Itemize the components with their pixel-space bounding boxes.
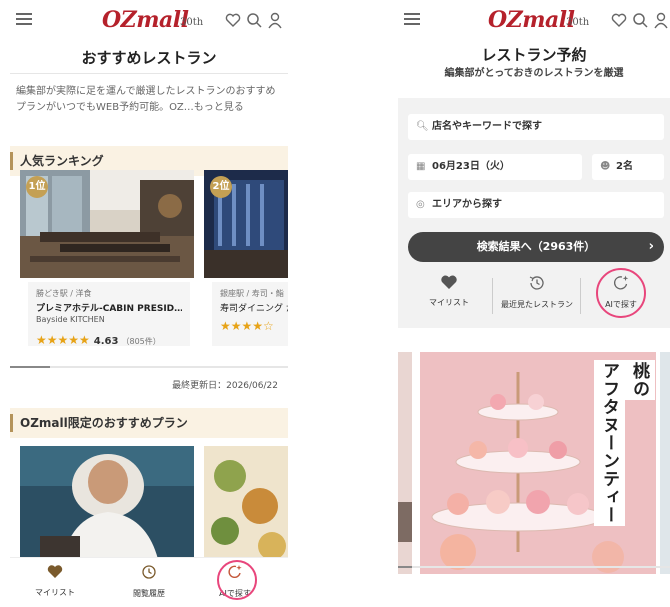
header: OZmall 30th bbox=[10, 0, 288, 44]
menu-icon[interactable] bbox=[404, 13, 420, 25]
card-category: 勝どき駅 / 洋食 bbox=[36, 289, 92, 298]
history-icon bbox=[529, 276, 544, 290]
favorite-heart-icon[interactable] bbox=[610, 11, 628, 29]
page-subtitle: 編集部がとっておきのレストランを厳選 bbox=[444, 68, 624, 79]
search-icon: 🔍︎ bbox=[416, 121, 429, 132]
heart-icon bbox=[441, 275, 457, 289]
rating-score: 4.63 bbox=[93, 336, 119, 347]
bottom-nav-label: 閲覧履歴 bbox=[133, 589, 165, 598]
highlight-circle bbox=[217, 560, 257, 600]
rating-stars: ★★★★★ bbox=[36, 333, 90, 347]
plan-photos bbox=[20, 446, 288, 568]
people-value: 2名 bbox=[616, 161, 633, 172]
card-info: 勝どき駅 / 洋食 プレミアホテル-CABIN PRESID… Bayside … bbox=[28, 282, 190, 347]
favorite-heart-icon[interactable] bbox=[224, 11, 242, 29]
rank-badge: 2位 bbox=[210, 176, 232, 198]
carousel-scroll-indicator bbox=[398, 566, 670, 568]
carousel-scroll-indicator bbox=[10, 366, 288, 368]
page-title: おすすめレストラン bbox=[10, 44, 288, 74]
quick-label: マイリスト bbox=[429, 298, 469, 307]
bottom-nav-mylist[interactable]: マイリスト bbox=[20, 564, 90, 598]
person-icon: ☻ bbox=[600, 161, 611, 172]
keyword-placeholder: 店名やキーワードで探す bbox=[432, 121, 542, 132]
quick-mylist[interactable]: マイリスト bbox=[404, 274, 494, 308]
area-value: エリアから探す bbox=[432, 199, 502, 210]
hero-title-afternoon-tea: アフタヌーンティー bbox=[594, 360, 625, 526]
hero-banner[interactable]: アフタヌーンティー 桃の bbox=[398, 352, 670, 574]
menu-icon[interactable] bbox=[16, 13, 32, 25]
heart-icon bbox=[47, 565, 63, 578]
ranking-card[interactable]: 1位 勝どき駅 / 洋食 プレミアホテル-CABIN PRESID… Baysi… bbox=[20, 170, 194, 347]
highlight-circle bbox=[596, 268, 646, 318]
search-results-button[interactable]: 検索結果へ（2963件） › bbox=[408, 232, 664, 262]
user-icon[interactable] bbox=[266, 11, 284, 29]
location-pin-icon: ◎ bbox=[416, 199, 425, 210]
plans-heading: OZmall限定のおすすめプラン bbox=[10, 408, 288, 438]
ranking-card[interactable]: 2位 銀座駅 / 寿司・鮨 寿司ダイニング か ★★★★☆ bbox=[204, 170, 288, 346]
anniversary-mark: 30th bbox=[566, 17, 590, 28]
search-icon[interactable] bbox=[631, 11, 649, 29]
rank-badge: 1位 bbox=[26, 176, 48, 198]
plans-carousel[interactable] bbox=[10, 446, 288, 568]
bottom-navigation: マイリスト 閲覧履歴 AIで探す bbox=[10, 557, 288, 607]
search-icon[interactable] bbox=[245, 11, 263, 29]
search-button-label: 検索結果へ（2963件） bbox=[476, 240, 596, 253]
intro-text[interactable]: 編集部が実際に足を運んで厳選したレストランのおすすめプランがいつでもWEB予約可… bbox=[10, 74, 288, 146]
people-field[interactable]: ☻ 2名 bbox=[592, 154, 664, 180]
ozmall-logo[interactable]: OZmall bbox=[102, 7, 189, 33]
bottom-nav-history[interactable]: 閲覧履歴 bbox=[114, 564, 184, 599]
search-panel: 🔍︎ 店名やキーワードで探す ▦ 06月23日（火） ☻ 2名 ◎ エリアから探す 検索… bbox=[398, 98, 670, 328]
keyword-search-field[interactable]: 🔍︎ 店名やキーワードで探す bbox=[408, 114, 664, 140]
card-category: 銀座駅 / 寿司・鮨 bbox=[220, 289, 284, 298]
anniversary-mark: 30th bbox=[180, 17, 204, 28]
area-field[interactable]: ◎ エリアから探す bbox=[408, 192, 664, 218]
header: OZmall 30th bbox=[398, 0, 670, 44]
restaurant-photo: 1位 bbox=[20, 170, 194, 278]
hero-title-peach: 桃の bbox=[624, 360, 655, 400]
chevron-right-icon: › bbox=[648, 239, 654, 254]
user-icon[interactable] bbox=[652, 11, 670, 29]
page-title: レストラン予約 bbox=[481, 46, 587, 64]
quick-label: 最近見たレストラン bbox=[501, 300, 573, 309]
card-info: 銀座駅 / 寿司・鮨 寿司ダイニング か ★★★★☆ bbox=[212, 282, 288, 346]
rating-stars: ★★★★☆ bbox=[220, 319, 274, 333]
review-count: （805件） bbox=[121, 337, 161, 346]
last-updated: 最終更新日：2026/06/22 bbox=[172, 381, 278, 391]
date-value: 06月23日（火） bbox=[432, 161, 510, 172]
card-restaurant-name: プレミアホテル-CABIN PRESID… bbox=[36, 304, 182, 314]
ozmall-logo[interactable]: OZmall bbox=[488, 7, 575, 33]
quick-recent[interactable]: 最近見たレストラン bbox=[492, 274, 582, 310]
calendar-icon: ▦ bbox=[416, 161, 426, 172]
restaurant-photo: 2位 bbox=[204, 170, 288, 278]
date-field[interactable]: ▦ 06月23日（火） bbox=[408, 154, 582, 180]
right-phone-screen: OZmall 30th レストラン予約 編集部がとっておきのレストランを厳選 🔍… bbox=[398, 0, 670, 607]
card-restaurant-subname: Bayside KITCHEN bbox=[36, 315, 105, 324]
history-icon bbox=[142, 565, 156, 579]
left-phone-screen: OZmall 30th おすすめレストラン 編集部が実際に足を運んで厳選したレス… bbox=[10, 0, 288, 607]
quick-actions: マイリスト 最近見たレストラン AIで探す bbox=[398, 268, 670, 324]
card-restaurant-name: 寿司ダイニング か bbox=[220, 304, 288, 314]
ranking-carousel[interactable]: 1位 勝どき駅 / 洋食 プレミアホテル-CABIN PRESID… Baysi… bbox=[10, 170, 288, 350]
bottom-nav-label: マイリスト bbox=[35, 588, 75, 597]
